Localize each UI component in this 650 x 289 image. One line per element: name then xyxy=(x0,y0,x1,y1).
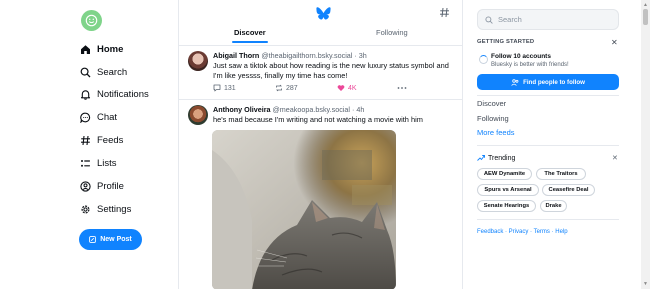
nav-chat[interactable]: Chat xyxy=(80,110,117,124)
trending-topic-chip[interactable]: AEW Dynamite xyxy=(477,168,532,180)
nav-profile[interactable]: Profile xyxy=(80,179,124,193)
more-options-button[interactable] xyxy=(397,86,407,90)
left-nav: Home Search Notifications Chat Feeds Lis… xyxy=(0,0,178,289)
post-image-cat[interactable] xyxy=(212,130,396,289)
chat-icon xyxy=(80,112,91,123)
main-feed: Discover Following Abigail Thorn @theabi… xyxy=(178,0,463,289)
list-icon xyxy=(80,158,91,169)
getting-started-task: Follow 10 accounts xyxy=(491,53,551,60)
getting-started-subtitle: Bluesky is better with friends! xyxy=(491,62,569,68)
nav-feeds[interactable]: Feeds xyxy=(80,133,123,147)
section-divider xyxy=(477,219,619,220)
nav-home[interactable]: Home xyxy=(80,42,123,56)
post-text: Just saw a tiktok about how reading is t… xyxy=(213,61,449,80)
profile-icon xyxy=(80,180,91,192)
post-time: · 3h xyxy=(354,51,367,60)
right-sidebar: Search GETTING STARTED ✕ Follow 10 accou… xyxy=(463,0,650,289)
reply-count: 131 xyxy=(224,84,236,92)
author-handle[interactable]: @theabigailthorn.bsky.social xyxy=(261,51,352,60)
like-count: 4K xyxy=(348,84,357,92)
sidebar-link-discover[interactable]: Discover xyxy=(477,99,506,108)
post-text: he's mad because I'm writing and not wat… xyxy=(213,115,423,124)
scroll-up-arrow-icon[interactable]: ▲ xyxy=(643,2,648,8)
trending-topic-chip[interactable]: Drake xyxy=(540,200,567,212)
new-post-label: New Post xyxy=(100,236,132,243)
trending-topic-chip[interactable]: Ceasefire Deal xyxy=(542,184,595,196)
trending-topic-chip[interactable]: Spurs vs Arsenal xyxy=(477,184,539,196)
author-handle[interactable]: @meakoopa.bsky.social xyxy=(273,105,350,114)
nav-notifications[interactable]: Notifications xyxy=(80,87,149,101)
smiley-icon xyxy=(85,14,98,27)
author-avatar[interactable] xyxy=(188,105,208,125)
like-button[interactable]: 4K xyxy=(337,84,397,92)
author-name[interactable]: Anthony Oliveira xyxy=(213,105,271,114)
search-input[interactable]: Search xyxy=(477,9,619,30)
post-header: Anthony Oliveira @meakoopa.bsky.social ·… xyxy=(213,105,364,114)
scroll-thumb[interactable] xyxy=(643,9,648,25)
feed-post[interactable]: Abigail Thorn @theabigailthorn.bsky.soci… xyxy=(179,46,462,100)
nav-settings[interactable]: Settings xyxy=(80,202,131,216)
people-icon xyxy=(511,78,519,86)
section-divider xyxy=(477,145,619,146)
nav-profile-label: Profile xyxy=(97,180,124,192)
feed-tabs: Discover Following xyxy=(179,28,462,45)
bell-icon xyxy=(80,89,91,100)
find-people-label: Find people to follow xyxy=(523,78,585,86)
home-icon xyxy=(80,44,91,55)
tab-following[interactable]: Following xyxy=(376,28,408,37)
nav-chat-label: Chat xyxy=(97,111,118,123)
nav-feeds-label: Feeds xyxy=(97,134,124,146)
repost-button[interactable]: 287 xyxy=(275,84,337,92)
new-post-button[interactable]: New Post xyxy=(79,229,142,250)
hash-icon xyxy=(80,135,91,146)
post-time: · 4h xyxy=(352,105,365,114)
ellipsis-icon xyxy=(397,87,407,89)
post-actions: 131 287 4K xyxy=(213,84,407,92)
compose-icon xyxy=(89,236,97,243)
tab-discover[interactable]: Discover xyxy=(234,28,266,37)
nav-lists-label: Lists xyxy=(97,157,117,169)
reply-button[interactable]: 131 xyxy=(213,84,275,92)
search-placeholder: Search xyxy=(498,15,522,24)
sidebar-link-more-feeds[interactable]: More feeds xyxy=(477,128,515,137)
nav-lists[interactable]: Lists xyxy=(80,156,117,170)
butterfly-logo-icon[interactable] xyxy=(316,7,331,20)
nav-notifications-label: Notifications xyxy=(97,88,149,100)
getting-started-title: GETTING STARTED xyxy=(477,39,535,45)
author-avatar[interactable] xyxy=(188,51,208,71)
heart-filled-icon xyxy=(337,85,345,91)
footer-links[interactable]: Feedback · Privacy · Terms · Help xyxy=(477,229,568,235)
trending-topic-chip[interactable]: The Traitors xyxy=(536,168,586,180)
post-header: Abigail Thorn @theabigailthorn.bsky.soci… xyxy=(213,51,367,60)
repost-icon xyxy=(276,84,282,92)
cat-photo-illustration xyxy=(212,130,396,289)
reply-icon xyxy=(213,84,221,92)
trending-arrow-icon xyxy=(477,155,485,161)
nav-search-label: Search xyxy=(97,66,128,78)
close-icon[interactable]: ✕ xyxy=(611,38,618,47)
gear-icon xyxy=(80,204,91,215)
sidebar-link-following[interactable]: Following xyxy=(477,114,509,123)
progress-ring-icon xyxy=(479,55,488,64)
active-tab-indicator xyxy=(232,41,268,43)
nav-home-label: Home xyxy=(97,43,124,55)
scroll-down-arrow-icon[interactable]: ▼ xyxy=(643,281,648,287)
close-trending-icon[interactable]: ✕ xyxy=(612,154,618,162)
trending-topic-chip[interactable]: Senate Hearings xyxy=(477,200,536,212)
trending-header: Trending xyxy=(477,154,515,162)
search-icon xyxy=(80,67,91,78)
section-divider xyxy=(477,95,619,96)
search-icon xyxy=(485,15,493,24)
nav-search[interactable]: Search xyxy=(80,65,127,79)
user-avatar[interactable] xyxy=(81,10,102,31)
trending-title: Trending xyxy=(488,154,516,162)
feeds-hash-icon[interactable] xyxy=(439,7,450,21)
author-name[interactable]: Abigail Thorn xyxy=(213,51,259,60)
find-people-button[interactable]: Find people to follow xyxy=(477,74,619,90)
nav-settings-label: Settings xyxy=(97,203,132,215)
page-scrollbar[interactable]: ▲ ▼ xyxy=(641,0,650,289)
repost-count: 287 xyxy=(286,84,298,92)
